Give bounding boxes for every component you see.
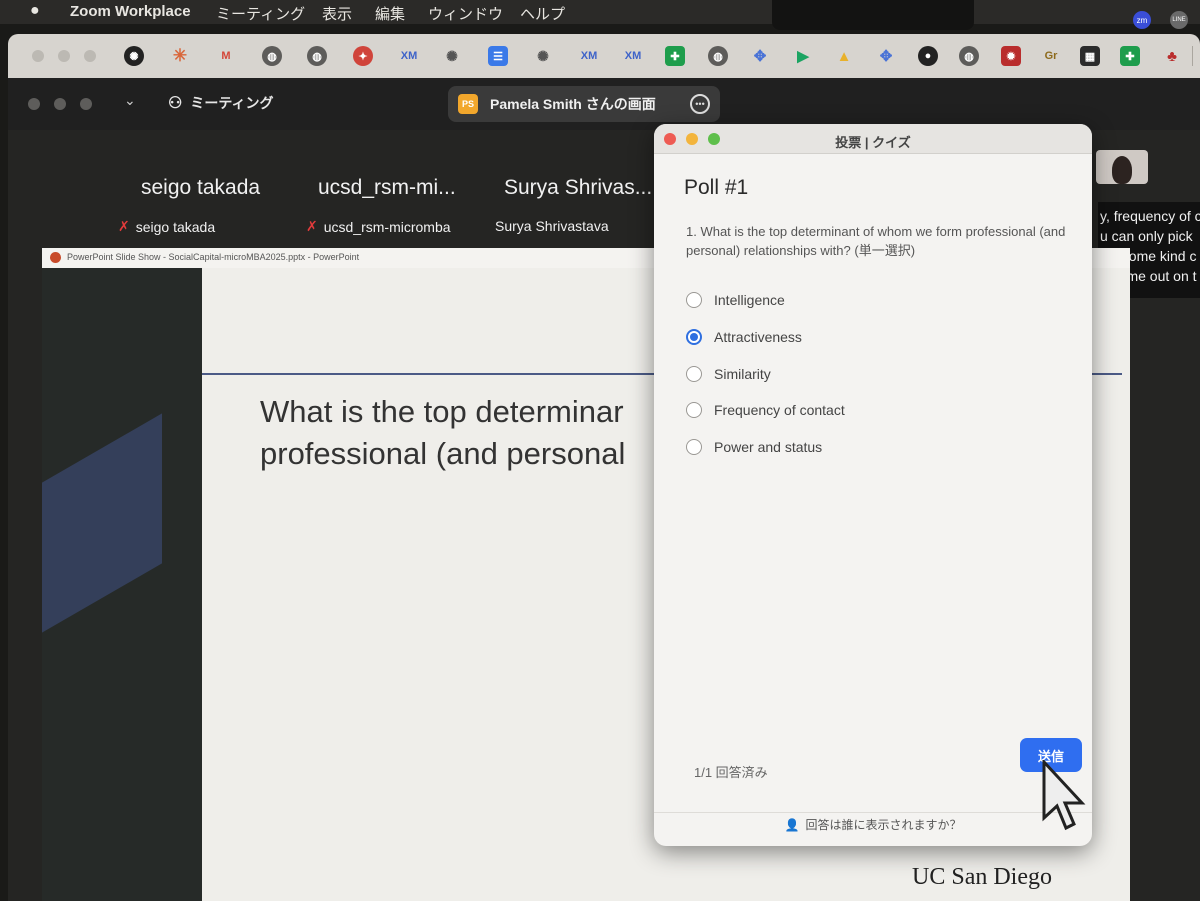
mic-muted-icon: ✗ — [306, 218, 318, 234]
radio-button[interactable] — [686, 439, 702, 455]
caption-line: u can only pick — [1100, 228, 1193, 244]
xm-icon[interactable]: XM — [620, 46, 646, 66]
notion-icon[interactable]: ▦ — [1080, 46, 1100, 66]
menu-meeting[interactable]: ミーティング — [216, 3, 305, 24]
gear-red-icon[interactable]: ✹ — [1001, 46, 1021, 66]
share-label: Pamela Smith さんの画面 — [490, 96, 656, 112]
zoom-title-bar: ⌄ ⚇ ミーティング PS Pamela Smith さんの画面 ••• — [8, 78, 1200, 130]
participant-name: Surya Shrivas... — [504, 176, 653, 199]
participant-tag-label: ucsd_rsm-micromba — [323, 218, 451, 235]
drive-icon[interactable]: ▲ — [834, 46, 854, 66]
chrome-red-icon[interactable]: ✦ — [353, 46, 373, 66]
github-icon[interactable]: ● — [918, 46, 938, 66]
gmail-icon[interactable]: M — [216, 46, 236, 66]
window-zoom-dot[interactable] — [84, 50, 96, 62]
poll-question: 1. What is the top determinant of whom w… — [686, 224, 1066, 258]
sparkle-icon[interactable]: ✺ — [533, 46, 553, 66]
line-tray-icon[interactable]: LINE — [1170, 11, 1188, 29]
participants-icon: ⚇ — [168, 95, 183, 112]
option-label: Frequency of contact — [714, 402, 845, 418]
menu-edit[interactable]: 編集 — [375, 3, 405, 24]
app-menu[interactable]: Zoom Workplace — [70, 3, 191, 20]
participant-tag-label: seigo takada — [135, 218, 216, 235]
docs-icon[interactable]: ☰ — [488, 46, 508, 66]
menu-help[interactable]: ヘルプ — [520, 3, 565, 24]
zoom-minimize-dot[interactable] — [54, 98, 66, 110]
claude-icon[interactable]: ✳ — [170, 46, 190, 66]
xm-icon[interactable]: XM — [576, 46, 602, 66]
participant-video-thumbnail[interactable] — [1096, 150, 1148, 184]
option-label: Attractiveness — [714, 329, 802, 345]
globe-icon[interactable]: ◍ — [262, 46, 282, 66]
caption-line: y, frequency of c — [1100, 208, 1200, 224]
screen-share-indicator[interactable]: PS Pamela Smith さんの画面 ••• — [448, 86, 720, 122]
person-icon: 👤 — [784, 817, 800, 832]
ppt-window-title: PowerPoint Slide Show - SocialCapital-mi… — [67, 252, 360, 262]
radio-button[interactable] — [686, 402, 702, 418]
participant-tag: Surya Shrivastava — [495, 218, 609, 234]
sheets-icon[interactable]: ✚ — [1120, 46, 1140, 66]
visibility-info-link[interactable]: 👤 回答は誰に表示されますか？ — [654, 816, 1092, 833]
apple-menu-icon[interactable]: ● — [30, 2, 40, 20]
window-close-dot[interactable] — [32, 50, 44, 62]
sheets-icon[interactable]: ✚ — [665, 46, 685, 66]
bookmark-divider — [1192, 46, 1193, 66]
globe-icon[interactable]: ◍ — [708, 46, 728, 66]
globe-icon[interactable]: ◍ — [307, 46, 327, 66]
option-label: Power and status — [714, 439, 823, 455]
zoom-tray-icon[interactable]: zm — [1133, 11, 1151, 29]
radio-button[interactable] — [686, 366, 702, 382]
window-minimize-dot[interactable] — [58, 50, 70, 62]
play-icon[interactable]: ▶ — [793, 46, 813, 66]
gemini-icon[interactable]: ✥ — [750, 46, 770, 66]
sparkle-icon[interactable]: ✺ — [442, 46, 462, 66]
poll-option-frequency[interactable]: Frequency of contact — [686, 402, 845, 418]
mic-muted-icon: ✗ — [118, 218, 130, 234]
poll-option-power[interactable]: Power and status — [686, 439, 822, 455]
presenter-avatar: PS — [458, 94, 478, 114]
more-options-icon[interactable]: ••• — [690, 94, 710, 114]
option-label: Similarity — [714, 366, 771, 382]
participant-name: ucsd_rsm-mi... — [318, 176, 456, 199]
poll-divider — [654, 812, 1092, 813]
gemini-icon[interactable]: ✥ — [876, 46, 896, 66]
poll-option-similarity[interactable]: Similarity — [686, 366, 771, 382]
option-label: Intelligence — [714, 292, 785, 308]
poll-heading: Poll #1 — [684, 176, 749, 199]
openai-icon[interactable]: ✺ — [124, 46, 144, 66]
globe-icon[interactable]: ◍ — [959, 46, 979, 66]
xm-icon[interactable]: XM — [396, 46, 422, 66]
browser-bookmarks-bar: ✺ ✳ M ◍ ◍ ✦ XM ✺ ☰ ✺ XM XM ✚ ◍ ✥ ▶ ▲ ✥ ●… — [8, 34, 1200, 78]
slide-question-line: What is the top determinar — [260, 394, 624, 429]
radio-button-selected[interactable] — [686, 329, 702, 345]
visibility-info-label: 回答は誰に表示されますか？ — [805, 818, 962, 832]
slide-footer-logo: UC San Diego — [912, 864, 1052, 890]
zoom-maximize-dot[interactable] — [80, 98, 92, 110]
poll-window-title: 投票 | クイズ — [835, 135, 911, 150]
powerpoint-icon — [50, 252, 61, 263]
radio-button[interactable] — [686, 292, 702, 308]
participant-tag: ✗ ucsd_rsm-micromba — [306, 218, 451, 235]
menu-view[interactable]: 表示 — [322, 3, 352, 24]
participant-name: seigo takada — [141, 176, 261, 199]
meeting-label: ミーティング — [190, 95, 274, 111]
mouse-pointer-icon — [1042, 760, 1086, 831]
shared-screen-background — [42, 268, 202, 901]
participant-tag: ✗ seigo takada — [118, 218, 215, 235]
chevron-down-icon[interactable]: ⌄ — [124, 92, 136, 109]
gr-icon[interactable]: Gr — [1038, 46, 1064, 66]
camera-notch — [772, 0, 974, 30]
menu-window[interactable]: ウィンドウ — [428, 3, 503, 24]
tree-icon[interactable]: ♣ — [1162, 46, 1182, 66]
poll-option-intelligence[interactable]: Intelligence — [686, 292, 785, 308]
poll-window: 投票 | クイズ Poll #1 1. What is the top dete… — [654, 124, 1092, 846]
slide-question-line: professional (and personal — [260, 436, 626, 471]
zoom-close-dot[interactable] — [28, 98, 40, 110]
poll-option-attractiveness[interactable]: Attractiveness — [686, 329, 802, 345]
meeting-info-button[interactable]: ⚇ ミーティング — [168, 93, 274, 113]
participant-tag-label: Surya Shrivastava — [495, 218, 609, 234]
poll-title-bar: 投票 | クイズ — [654, 124, 1092, 154]
menu-bar: ● Zoom Workplace ミーティング 表示 編集 ウィンドウ ヘルプ … — [0, 0, 1200, 30]
answered-count: 1/1 回答済み — [694, 765, 768, 780]
